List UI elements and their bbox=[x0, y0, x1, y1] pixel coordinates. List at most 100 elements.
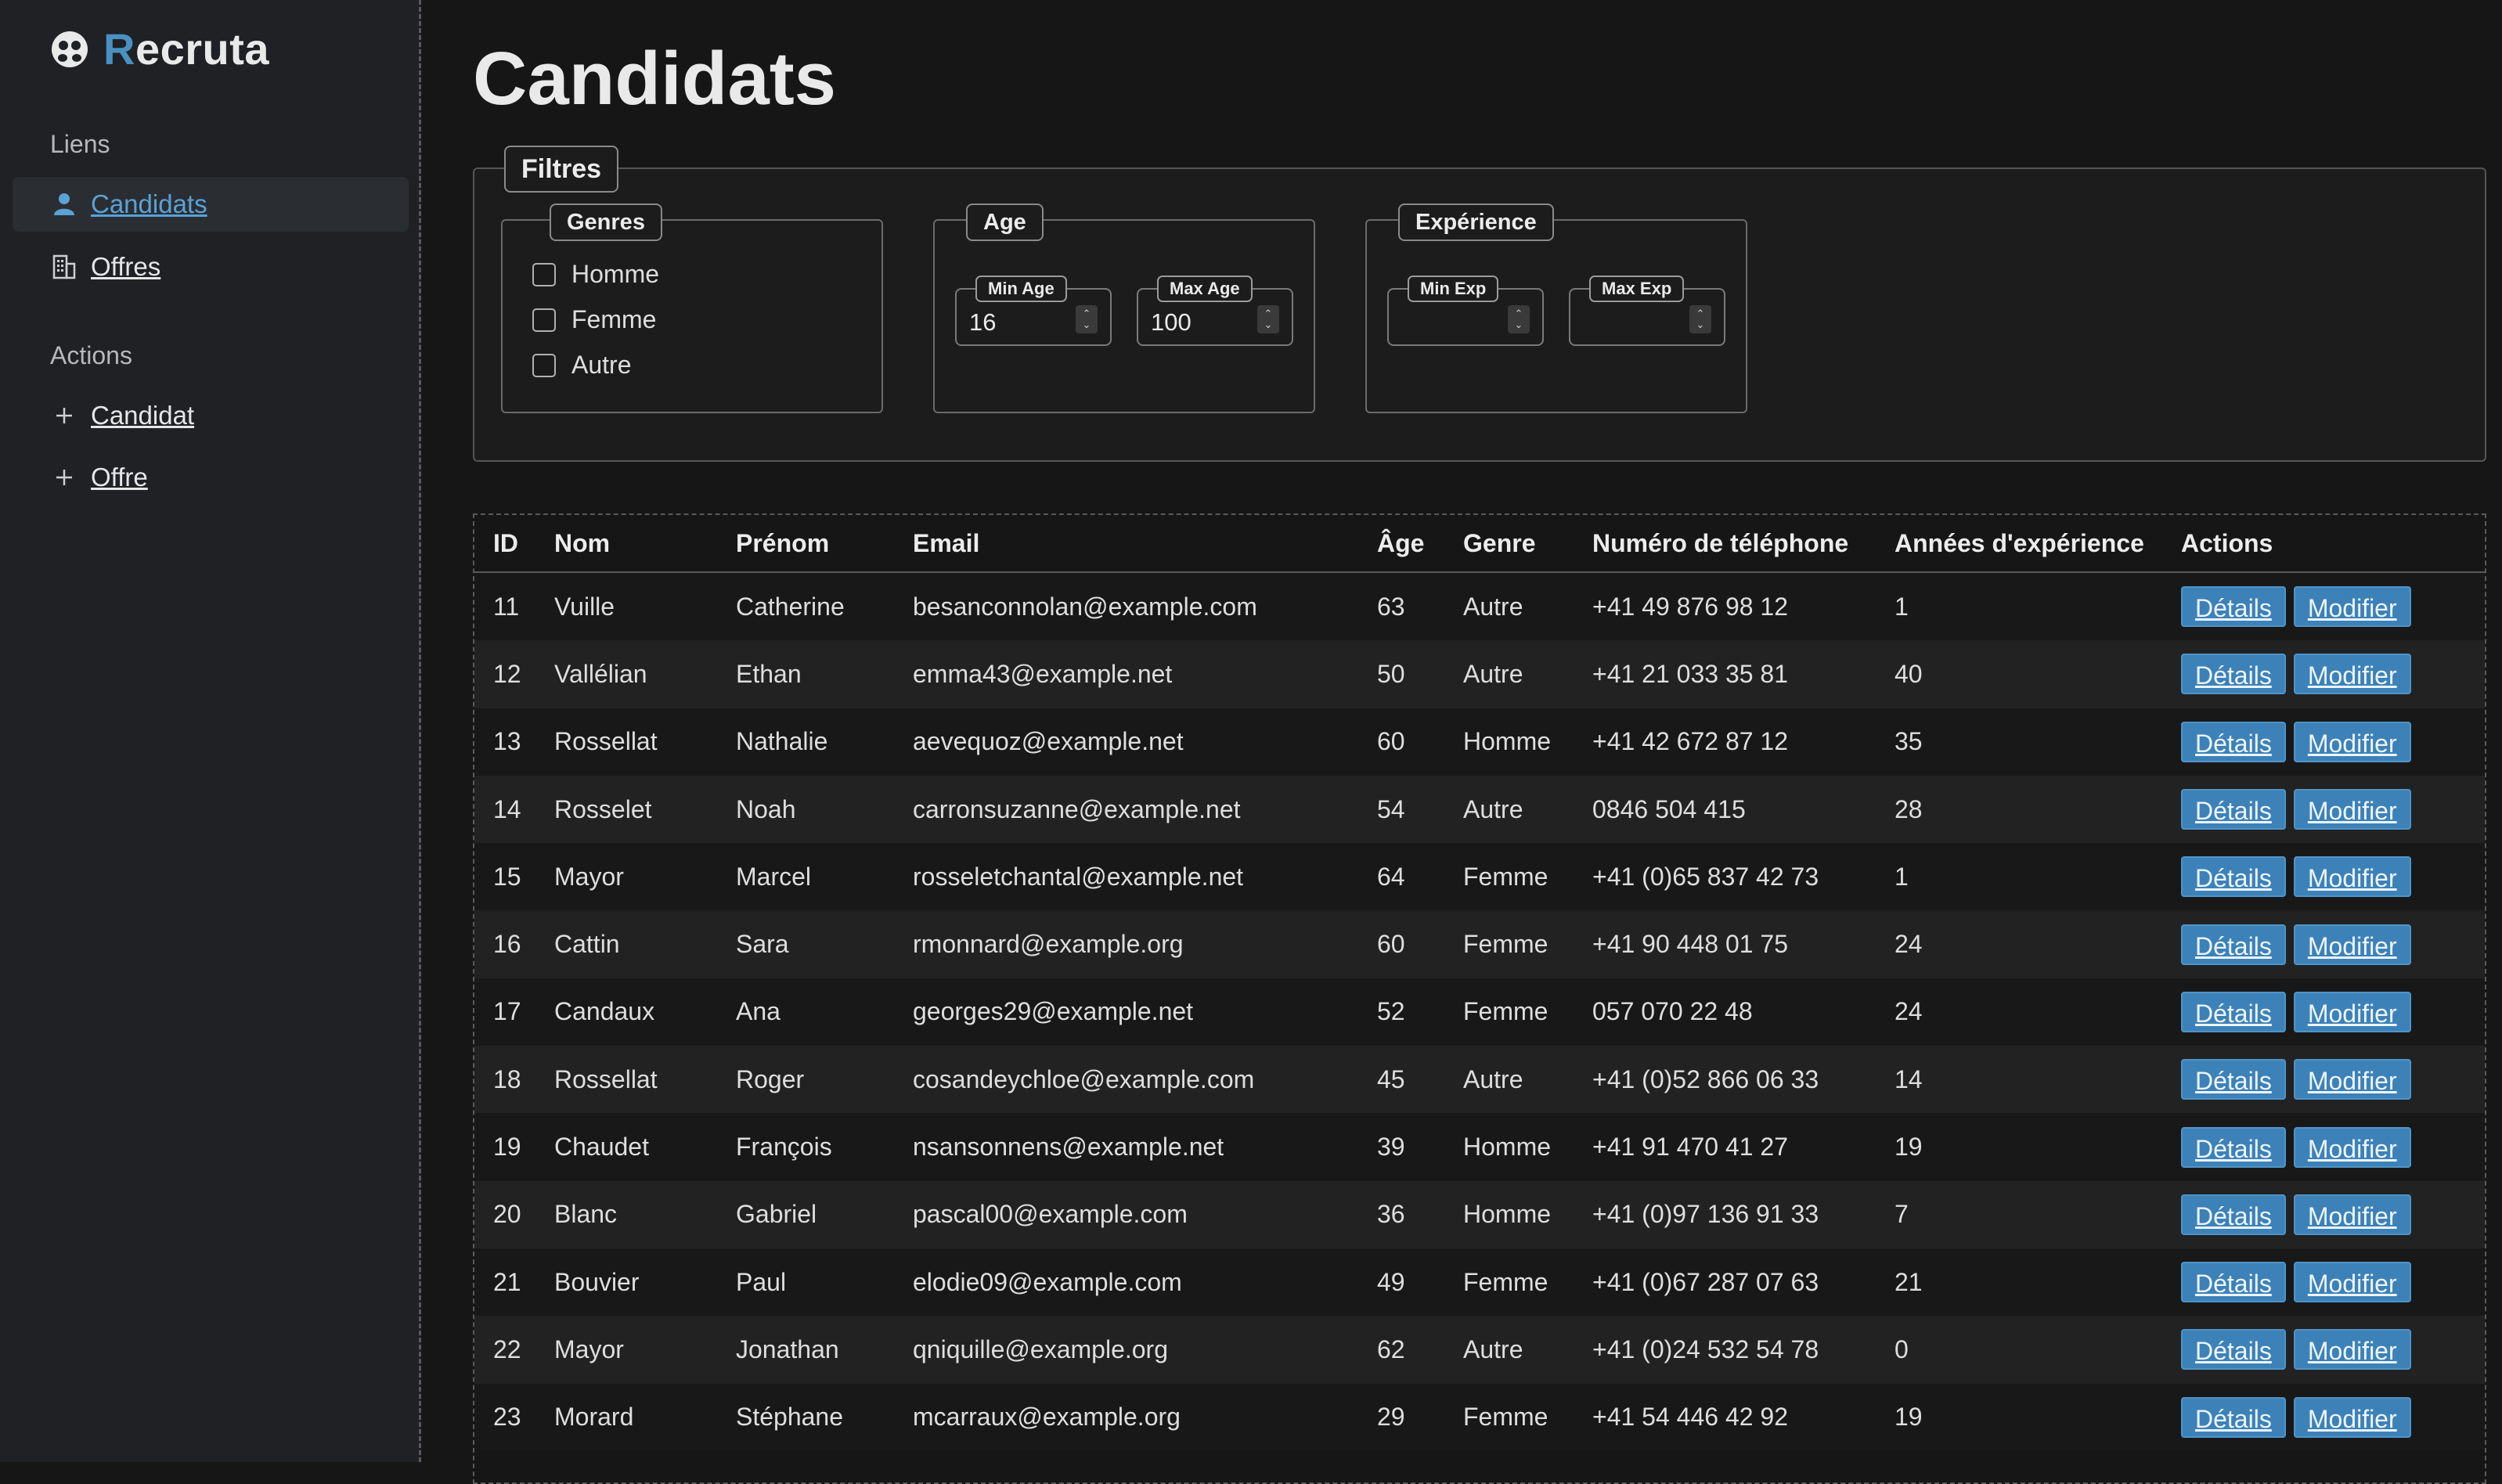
sidebar-item-offres[interactable]: Offres bbox=[13, 240, 409, 294]
min-age-field[interactable]: Min Age 16 ⌃ ⌄ bbox=[955, 276, 1112, 346]
cell-email: qniquille@example.org bbox=[913, 1316, 1377, 1384]
modifier-button[interactable]: Modifier bbox=[2293, 1194, 2411, 1235]
add-candidat-link[interactable]: Candidat bbox=[91, 401, 194, 430]
max-exp-field[interactable]: Max Exp ⌃ ⌄ bbox=[1569, 276, 1725, 346]
cell-actions: Détails Modifier bbox=[2181, 843, 2485, 911]
header-age[interactable]: Âge bbox=[1377, 515, 1463, 573]
header-prenom[interactable]: Prénom bbox=[736, 515, 913, 573]
cell-genre: Autre bbox=[1463, 1046, 1592, 1114]
min-exp-spinner-icon[interactable]: ⌃ ⌄ bbox=[1508, 305, 1530, 333]
details-button[interactable]: Détails bbox=[2181, 1194, 2286, 1235]
cell-id: 13 bbox=[474, 708, 554, 776]
table-row: 11 Vuille Catherine besanconnolan@example.c… bbox=[474, 572, 2485, 641]
autre-checkbox[interactable] bbox=[532, 353, 556, 377]
cell-prenom: Paul bbox=[736, 1248, 913, 1317]
modifier-button[interactable]: Modifier bbox=[2293, 1059, 2411, 1100]
brand[interactable]: Recruta bbox=[50, 23, 269, 74]
modifier-button[interactable]: Modifier bbox=[2293, 1329, 2411, 1371]
table-row: 17 Candaux Ana georges29@example.net 52 Femme… bbox=[474, 978, 2485, 1046]
header-email[interactable]: Email bbox=[913, 515, 1377, 573]
cell-telephone: +41 42 672 87 12 bbox=[1592, 708, 1895, 776]
cell-nom: Vuille bbox=[554, 572, 736, 641]
details-button[interactable]: Détails bbox=[2181, 991, 2286, 1032]
homme-checkbox[interactable] bbox=[532, 262, 556, 286]
page-title: Candidats bbox=[473, 37, 837, 121]
details-button[interactable]: Détails bbox=[2181, 856, 2286, 898]
details-button[interactable]: Détails bbox=[2181, 1059, 2286, 1100]
cell-email: emma43@example.net bbox=[913, 640, 1377, 708]
max-age-spinner-icon[interactable]: ⌃ ⌄ bbox=[1257, 305, 1279, 333]
add-offre-link[interactable]: Offre bbox=[91, 463, 148, 492]
min-age-label: Min Age bbox=[975, 276, 1067, 302]
details-button[interactable]: Détails bbox=[2181, 1329, 2286, 1371]
modifier-button[interactable]: Modifier bbox=[2293, 789, 2411, 830]
max-exp-label: Max Exp bbox=[1589, 276, 1685, 302]
header-nom[interactable]: Nom bbox=[554, 515, 736, 573]
details-button[interactable]: Détails bbox=[2181, 924, 2286, 965]
modifier-button[interactable]: Modifier bbox=[2293, 1396, 2411, 1438]
cell-telephone: +41 49 876 98 12 bbox=[1592, 572, 1895, 641]
modifier-button[interactable]: Modifier bbox=[2293, 924, 2411, 965]
modifier-button[interactable]: Modifier bbox=[2293, 856, 2411, 898]
max-age-field[interactable]: Max Age 100 ⌃ ⌄ bbox=[1137, 276, 1293, 346]
details-button[interactable]: Détails bbox=[2181, 1396, 2286, 1438]
modifier-button[interactable]: Modifier bbox=[2293, 991, 2411, 1032]
recruta-logo-icon bbox=[50, 30, 89, 69]
modifier-button[interactable]: Modifier bbox=[2293, 721, 2411, 762]
cell-age: 60 bbox=[1377, 910, 1463, 978]
sidebar-item-candidats[interactable]: Candidats bbox=[13, 177, 409, 232]
cell-genre: Autre bbox=[1463, 640, 1592, 708]
table-row: 18 Rossellat Roger cosandeychloe@example.co… bbox=[474, 1046, 2485, 1114]
cell-id: 15 bbox=[474, 843, 554, 911]
candidates-table: ID Nom Prénom Email Âge Genre Numéro de … bbox=[474, 515, 2485, 1451]
cell-nom: Blanc bbox=[554, 1180, 736, 1248]
cell-actions: Détails Modifier bbox=[2181, 1180, 2485, 1248]
cell-actions: Détails Modifier bbox=[2181, 708, 2485, 776]
details-button[interactable]: Détails bbox=[2181, 721, 2286, 762]
cell-id: 21 bbox=[474, 1248, 554, 1317]
min-exp-field[interactable]: Min Exp ⌃ ⌄ bbox=[1387, 276, 1544, 346]
cell-age: 45 bbox=[1377, 1046, 1463, 1114]
details-button[interactable]: Détails bbox=[2181, 654, 2286, 695]
header-id[interactable]: ID bbox=[474, 515, 554, 573]
details-button[interactable]: Détails bbox=[2181, 789, 2286, 830]
sidebar-action-offre[interactable]: Offre bbox=[13, 450, 409, 505]
cell-prenom: Gabriel bbox=[736, 1180, 913, 1248]
header-experience[interactable]: Années d'expérience bbox=[1895, 515, 2181, 573]
details-button[interactable]: Détails bbox=[2181, 586, 2286, 628]
cell-age: 63 bbox=[1377, 572, 1463, 641]
modifier-button[interactable]: Modifier bbox=[2293, 654, 2411, 695]
genre-option-femme[interactable]: Femme bbox=[532, 305, 656, 334]
max-exp-spinner-icon[interactable]: ⌃ ⌄ bbox=[1689, 305, 1711, 333]
genre-option-autre[interactable]: Autre bbox=[532, 351, 631, 380]
sidebar-link-candidats[interactable]: Candidats bbox=[91, 189, 207, 219]
femme-checkbox[interactable] bbox=[532, 308, 556, 332]
modifier-button[interactable]: Modifier bbox=[2293, 1126, 2411, 1168]
sidebar-action-candidat[interactable]: Candidat bbox=[13, 388, 409, 443]
cell-id: 19 bbox=[474, 1113, 554, 1181]
cell-genre: Autre bbox=[1463, 775, 1592, 844]
cell-age: 62 bbox=[1377, 1316, 1463, 1384]
modifier-button[interactable]: Modifier bbox=[2293, 1262, 2411, 1303]
cell-nom: Rossellat bbox=[554, 1046, 736, 1114]
cell-actions: Détails Modifier bbox=[2181, 1113, 2485, 1181]
header-genre[interactable]: Genre bbox=[1463, 515, 1592, 573]
sidebar-link-offres[interactable]: Offres bbox=[91, 252, 160, 282]
header-telephone[interactable]: Numéro de téléphone bbox=[1592, 515, 1895, 573]
cell-email: nsansonnens@example.net bbox=[913, 1113, 1377, 1181]
cell-genre: Autre bbox=[1463, 572, 1592, 641]
modifier-button[interactable]: Modifier bbox=[2293, 586, 2411, 628]
cell-telephone: 0846 504 415 bbox=[1592, 775, 1895, 844]
table-row: 22 Mayor Jonathan qniquille@example.org 62 Au… bbox=[474, 1316, 2485, 1384]
cell-experience: 21 bbox=[1895, 1248, 2181, 1317]
cell-experience: 28 bbox=[1895, 775, 2181, 844]
cell-prenom: Ana bbox=[736, 978, 913, 1046]
min-age-spinner-icon[interactable]: ⌃ ⌄ bbox=[1076, 305, 1098, 333]
genre-option-homme[interactable]: Homme bbox=[532, 260, 659, 289]
cell-email: pascal00@example.com bbox=[913, 1180, 1377, 1248]
details-button[interactable]: Détails bbox=[2181, 1126, 2286, 1168]
age-filter: Age Min Age 16 ⌃ ⌄ Max Age 100 ⌃ ⌄ bbox=[933, 204, 1315, 413]
details-button[interactable]: Détails bbox=[2181, 1262, 2286, 1303]
cell-nom: Mayor bbox=[554, 1316, 736, 1384]
plus-icon bbox=[50, 402, 78, 430]
